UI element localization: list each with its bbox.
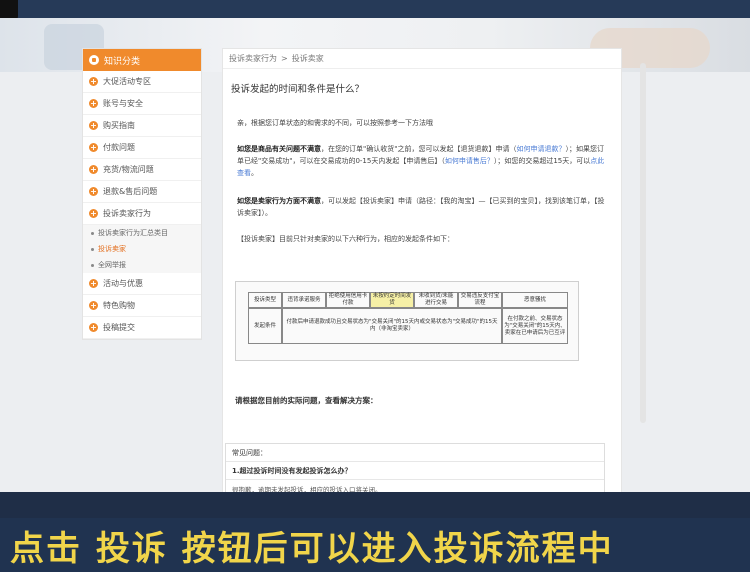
table-header-cell: 未收到货/未能进行交易 <box>414 292 458 308</box>
plus-icon: + <box>89 301 98 310</box>
sidebar-item-label: 特色购物 <box>103 301 135 310</box>
page-scrollbar[interactable] <box>640 63 646 423</box>
video-subtitle: 点击 投诉 按钮后可以进入投诉流程中 <box>0 518 750 572</box>
sidebar-subitem-complain-seller[interactable]: 投诉卖家 <box>83 241 201 257</box>
sidebar-subitem-report[interactable]: 全网举报 <box>83 257 201 273</box>
plus-icon: + <box>89 323 98 332</box>
sidebar-header-label: 知识分类 <box>104 56 141 67</box>
sidebar-item-label: 充货/物流问题 <box>103 165 154 174</box>
paragraph-text: 。 <box>251 169 258 177</box>
paragraph-text: ，在您的订单"确认收货"之前，您可以发起【退货退款】申请（ <box>321 145 517 153</box>
table-header-cell: 拒绝使用信用卡付款 <box>326 292 370 308</box>
article-intro: 亲，根据您订单状态的和需求的不同，可以按照参考一下方法哦 <box>237 119 433 127</box>
table-header-cell: 违背承诺服务 <box>282 292 326 308</box>
sidebar-item-refund[interactable]: + 退款&售后问题 <box>83 181 201 203</box>
emphasis-text: 如您是卖家行为方面不满意 <box>237 197 321 205</box>
sidebar-item-label: 账号与安全 <box>103 99 143 108</box>
bullet-icon <box>91 247 94 251</box>
sidebar-item-label: 活动与优惠 <box>103 279 143 288</box>
sidebar-item-label: 投诉卖家行为 <box>103 209 151 218</box>
faq-table: 常见问题： 1.超过投诉时间没有发起投诉怎么办？ 很抱歉，逾期未发起投诉，相应的… <box>225 443 605 492</box>
sidebar-item-complaint[interactable]: + 投诉卖家行为 <box>83 203 201 225</box>
video-top-bar <box>0 0 750 18</box>
category-icon <box>89 55 99 65</box>
bullet-icon <box>91 231 94 235</box>
sidebar-item-account[interactable]: + 账号与安全 <box>83 93 201 115</box>
paragraph-text: ）；如您的交易超过15天，可以 <box>493 157 591 165</box>
plus-icon: + <box>89 99 98 108</box>
browser-screen: 知识分类 + 大促活动专区 + 账号与安全 + 购买指南 + 付款问题 + 充货… <box>0 18 750 492</box>
table-grid: 投诉类型 违背承诺服务 拒绝使用信用卡付款 未按约定时间发货 未收到货/未能进行… <box>248 292 568 344</box>
plus-icon: + <box>89 121 98 130</box>
sidebar-item-label: 购买指南 <box>103 121 135 130</box>
table-header-cell: 投诉类型 <box>248 292 282 308</box>
article-paragraph-seller: 如您是卖家行为方面不满意，可以发起【投诉卖家】申请（路径：【我的淘宝】—【已买到… <box>223 195 621 219</box>
plus-icon: + <box>89 77 98 86</box>
article-paragraph-conditions: 【投诉卖家】目前只针对卖家的以下六种行为，相应的发起条件如下： <box>237 235 454 243</box>
table-row-label: 发起条件 <box>248 308 282 344</box>
sidebar-item-guide[interactable]: + 购买指南 <box>83 115 201 137</box>
sidebar-item-payment[interactable]: + 付款问题 <box>83 137 201 159</box>
sidebar-item-label: 大促活动专区 <box>103 77 151 86</box>
table-header-cell: 未按约定时间发货 <box>370 292 414 308</box>
plus-icon: + <box>89 209 98 218</box>
emphasis-text: 如您是商品有关问题不满意 <box>237 145 321 153</box>
sidebar-subitem-label: 投诉卖家 <box>98 245 126 253</box>
sidebar-item-special[interactable]: + 特色购物 <box>83 295 201 317</box>
table-header-cell: 恶意骚扰 <box>502 292 568 308</box>
refund-help-link[interactable]: 如何申请退款？ <box>516 145 565 153</box>
bullet-icon <box>91 263 94 267</box>
article-panel: 投诉卖家行为 > 投诉卖家 投诉发起的时间和条件是什么？ 亲，根据您订单状态的和… <box>222 48 622 492</box>
sidebar-subitem-label: 全网举报 <box>98 261 126 269</box>
plus-icon: + <box>89 279 98 288</box>
sidebar-item-label: 退款&售后问题 <box>103 187 158 196</box>
table-header-cell: 交易违反支付宝流程 <box>458 292 502 308</box>
faq-answer: 很抱歉，逾期未发起投诉，相应的投诉入口将关闭。 <box>226 480 604 493</box>
table-row: 发起条件 付款后申请退款成功且交易状态为"交易关闭"的15天内或交易状态为"交易… <box>248 308 568 344</box>
plus-icon: + <box>89 165 98 174</box>
article-paragraph-goods: 如您是商品有关问题不满意，在您的订单"确认收货"之前，您可以发起【退货退款】申请… <box>223 143 621 179</box>
plus-icon: + <box>89 187 98 196</box>
article-title: 投诉发起的时间和条件是什么？ <box>231 84 365 95</box>
sidebar-item-label: 投稿提交 <box>103 323 135 332</box>
breadcrumb-link[interactable]: 投诉卖家行为 <box>229 53 277 64</box>
breadcrumb-separator: > <box>281 54 288 63</box>
table-cell: 付款后申请退款成功且交易状态为"交易关闭"的15天内或交易状态为"交易成功"的1… <box>282 308 502 344</box>
after-sale-help-link[interactable]: 如何申请售后？ <box>445 157 494 165</box>
sidebar-subitem-label: 投诉卖家行为汇总类目 <box>98 229 168 237</box>
table-cell: 在付款之前、交易状态为"交易关闭"的15天内、卖家在已申请后为已互评 <box>502 308 568 344</box>
breadcrumb-current: 投诉卖家 <box>291 54 324 63</box>
breadcrumb: 投诉卖家行为 > 投诉卖家 <box>223 49 621 69</box>
complaint-conditions-table: 投诉类型 违背承诺服务 拒绝使用信用卡付款 未按约定时间发货 未收到货/未能进行… <box>235 281 579 361</box>
sidebar-item-offers[interactable]: + 活动与优惠 <box>83 273 201 295</box>
plus-icon: + <box>89 143 98 152</box>
sidebar-item-promotions[interactable]: + 大促活动专区 <box>83 71 201 93</box>
sidebar-item-label: 付款问题 <box>103 143 135 152</box>
video-control-bar <box>0 492 750 520</box>
sidebar-header: 知识分类 <box>83 49 201 71</box>
faq-question[interactable]: 1.超过投诉时间没有发起投诉怎么办？ <box>226 462 604 480</box>
knowledge-sidebar: 知识分类 + 大促活动专区 + 账号与安全 + 购买指南 + 付款问题 + 充货… <box>82 48 202 340</box>
table-header-row: 投诉类型 违背承诺服务 拒绝使用信用卡付款 未按约定时间发货 未收到货/未能进行… <box>248 292 568 308</box>
sidebar-item-logistics[interactable]: + 充货/物流问题 <box>83 159 201 181</box>
sidebar-item-submit[interactable]: + 投稿提交 <box>83 317 201 339</box>
sidebar-subitem-summary[interactable]: 投诉卖家行为汇总类目 <box>83 225 201 241</box>
faq-header: 常见问题： <box>226 444 604 462</box>
solution-heading: 请根据您目前的实际问题，查看解决方案： <box>235 396 378 405</box>
